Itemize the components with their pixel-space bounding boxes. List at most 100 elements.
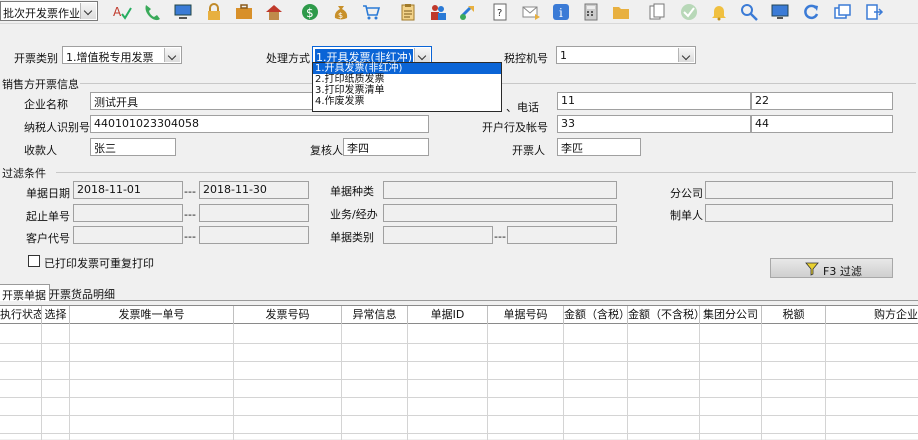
svg-text:i: i bbox=[559, 6, 563, 20]
bank-field-2[interactable]: 44 bbox=[751, 115, 893, 133]
windows-icon[interactable] bbox=[832, 2, 852, 22]
invoice-grid[interactable]: 执行状态 选择 发票唯一单号 发票号码 异常信息 单据ID 单据号码 金额（含税… bbox=[0, 305, 918, 440]
doc-type-label: 单据类别 bbox=[330, 231, 374, 244]
refresh-arrows-icon[interactable] bbox=[458, 2, 478, 22]
chevron-down-icon[interactable] bbox=[414, 48, 430, 62]
doc-type-to-field[interactable] bbox=[507, 226, 617, 244]
reviewer-label: 复核人 bbox=[310, 144, 343, 157]
process-option[interactable]: 3.打印发票清单 bbox=[313, 85, 501, 96]
computer-icon[interactable] bbox=[173, 2, 193, 22]
branch-field[interactable] bbox=[705, 181, 893, 199]
monitor-icon[interactable] bbox=[770, 2, 790, 22]
process-option[interactable]: 4.作废发票 bbox=[313, 96, 501, 107]
dollar-coin-icon[interactable]: $ bbox=[300, 2, 320, 22]
reviewer-field[interactable]: 李四 bbox=[343, 138, 429, 156]
process-option[interactable]: 1.开具发票(非红冲) bbox=[313, 63, 501, 74]
column-header[interactable]: 选择 bbox=[42, 306, 70, 324]
briefcase-icon[interactable] bbox=[234, 2, 254, 22]
bell-icon[interactable] bbox=[709, 2, 729, 22]
users-icon[interactable] bbox=[428, 2, 448, 22]
phone-field-2[interactable]: 22 bbox=[751, 92, 893, 110]
grid-col-line bbox=[407, 324, 408, 440]
calculator-icon[interactable] bbox=[581, 2, 601, 22]
column-header[interactable]: 金额（不含税） bbox=[628, 306, 700, 324]
filter-icon bbox=[805, 262, 819, 276]
seller-section-title: 销售方开票信息 bbox=[2, 78, 79, 91]
reprint-label: 已打印发票可重复打印 bbox=[44, 257, 154, 270]
taxpayer-field[interactable]: 440101023304058 bbox=[90, 115, 429, 133]
process-dropdown-list[interactable]: 1.开具发票(非红冲) 2.打印纸质发票 3.打印发票清单 4.作废发票 bbox=[312, 62, 502, 112]
invoice-type-select[interactable]: 1.增值税专用发票 bbox=[62, 46, 182, 64]
reload-icon[interactable] bbox=[801, 2, 821, 22]
chevron-down-icon[interactable] bbox=[678, 48, 694, 62]
issuer-field[interactable]: 李匹 bbox=[557, 138, 641, 156]
svg-text:$: $ bbox=[338, 11, 343, 20]
column-header[interactable]: 发票号码 bbox=[234, 306, 342, 324]
column-header[interactable]: 集团分公司 bbox=[700, 306, 762, 324]
start-no-from-field[interactable] bbox=[73, 204, 183, 222]
tax-machine-value: 1 bbox=[560, 49, 567, 62]
company-field[interactable]: 测试开具 bbox=[90, 92, 314, 110]
doc-kind-field[interactable] bbox=[383, 181, 617, 199]
grid-row-line bbox=[0, 433, 918, 434]
start-no-to-field[interactable] bbox=[199, 204, 309, 222]
customer-from-field[interactable] bbox=[73, 226, 183, 244]
exit-icon[interactable] bbox=[864, 2, 884, 22]
reprint-checkbox[interactable] bbox=[28, 255, 40, 267]
grid-col-line bbox=[825, 324, 826, 440]
chevron-down-icon[interactable] bbox=[80, 3, 96, 19]
check-circle-icon[interactable] bbox=[679, 2, 699, 22]
info-icon[interactable]: i bbox=[551, 2, 571, 22]
lock-icon[interactable] bbox=[204, 2, 224, 22]
bank-field-1[interactable]: 33 bbox=[557, 115, 751, 133]
filter-button[interactable]: F3 过滤 bbox=[770, 258, 893, 278]
date-range-sep: --- bbox=[184, 185, 196, 198]
mail-icon[interactable] bbox=[521, 2, 541, 22]
column-header[interactable]: 单据ID bbox=[408, 306, 488, 324]
payee-field[interactable]: 张三 bbox=[90, 138, 176, 156]
grid-col-line bbox=[699, 324, 700, 440]
column-header[interactable]: 金额（含税） bbox=[564, 306, 628, 324]
maker-field[interactable] bbox=[705, 204, 893, 222]
filter-button-label: F3 过滤 bbox=[823, 265, 862, 278]
doc-type-from-field[interactable] bbox=[383, 226, 493, 244]
tab-invoice-docs[interactable]: 开票单据 bbox=[0, 284, 50, 302]
customer-to-field[interactable] bbox=[199, 226, 309, 244]
date-to-field[interactable]: 2018-11-30 bbox=[199, 181, 309, 199]
search-icon[interactable] bbox=[739, 2, 759, 22]
svg-text:?: ? bbox=[497, 8, 502, 19]
company-label: 企业名称 bbox=[24, 98, 68, 111]
phone-label: 、电话 bbox=[506, 101, 539, 114]
start-no-label: 起止单号 bbox=[26, 210, 70, 223]
column-header[interactable]: 发票唯一单号 bbox=[70, 306, 234, 324]
phone-icon[interactable] bbox=[142, 2, 162, 22]
phone-field-1[interactable]: 11 bbox=[557, 92, 751, 110]
process-option[interactable]: 2.打印纸质发票 bbox=[313, 74, 501, 85]
salesman-field[interactable] bbox=[383, 204, 617, 222]
column-header[interactable]: 执行状态 bbox=[0, 306, 42, 324]
date-from-field[interactable]: 2018-11-01 bbox=[73, 181, 183, 199]
copy-document-icon[interactable] bbox=[647, 2, 667, 22]
help-document-icon[interactable]: ? bbox=[490, 2, 510, 22]
column-header[interactable]: 购方企业 bbox=[826, 306, 918, 324]
customer-range-sep: --- bbox=[184, 230, 196, 243]
shopping-cart-icon[interactable] bbox=[361, 2, 381, 22]
salesman-label: 业务/经办 bbox=[330, 208, 378, 221]
invoice-type-value: 1.增值税专用发票 bbox=[66, 51, 154, 64]
tax-machine-select[interactable]: 1 bbox=[556, 46, 696, 64]
clipboard-icon[interactable] bbox=[398, 2, 418, 22]
date-label: 单据日期 bbox=[26, 187, 70, 200]
chevron-down-icon[interactable] bbox=[164, 48, 180, 62]
grid-col-line bbox=[69, 324, 70, 440]
tab-invoice-items[interactable]: 开票货品明细 bbox=[46, 284, 118, 301]
folder-icon[interactable] bbox=[611, 2, 631, 22]
column-header[interactable]: 单据号码 bbox=[488, 306, 564, 324]
doc-type-range-sep: --- bbox=[494, 230, 506, 243]
doc-kind-label: 单据种类 bbox=[330, 185, 374, 198]
money-bag-icon[interactable]: $ bbox=[331, 2, 351, 22]
column-header[interactable]: 异常信息 bbox=[342, 306, 408, 324]
column-header[interactable]: 税额 bbox=[762, 306, 826, 324]
spell-check-icon[interactable]: A bbox=[112, 2, 132, 22]
home-icon[interactable] bbox=[264, 2, 284, 22]
mode-select[interactable]: 批次开发票作业 bbox=[0, 1, 98, 21]
